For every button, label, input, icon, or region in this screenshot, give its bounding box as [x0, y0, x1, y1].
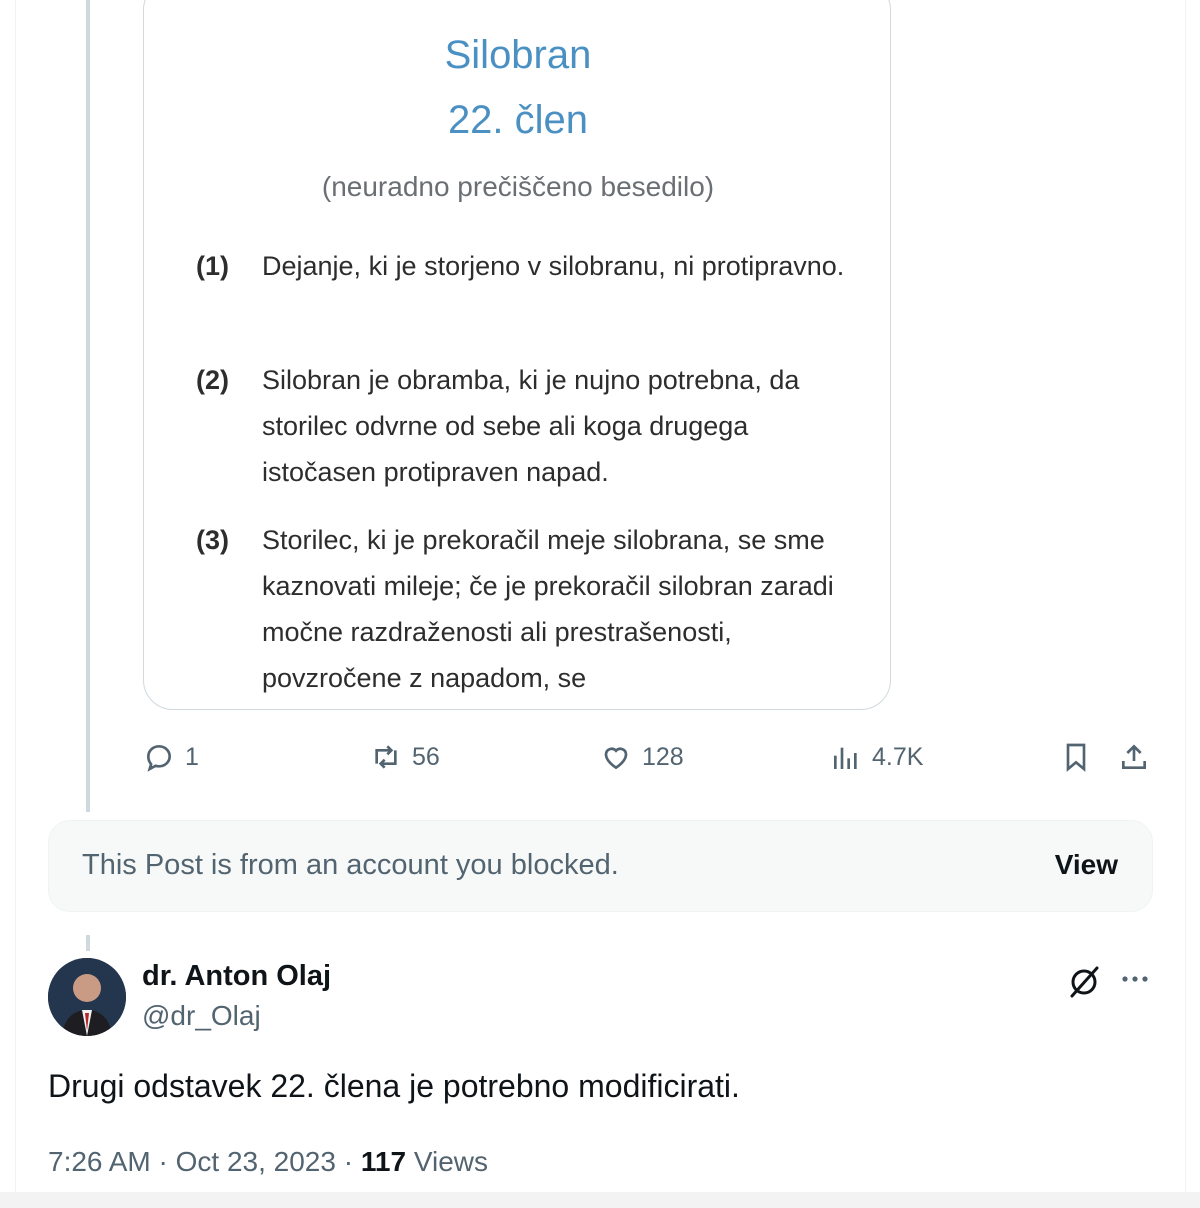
doc-note: (neuradno prečiščeno besedilo) — [321, 171, 715, 202]
avatar[interactable] — [48, 958, 126, 1036]
views-button[interactable]: 4.7K — [830, 732, 923, 782]
doc-paragraph: (2) Silobran je obramba, ki je nujno pot… — [196, 357, 856, 495]
bookmark-button[interactable] — [1060, 732, 1092, 782]
author-name[interactable]: dr. Anton Olaj — [142, 960, 331, 993]
repost-button[interactable]: 56 — [370, 732, 440, 782]
share-icon — [1122, 744, 1146, 769]
grok-icon[interactable] — [1064, 962, 1104, 1002]
doc-article: 22. člen — [447, 98, 589, 142]
avatar-image — [48, 958, 126, 1036]
paragraph-text: Dejanje, ki je storjeno v silobranu, ni … — [262, 251, 845, 281]
reply-count: 1 — [185, 742, 199, 771]
doc-title: Silobran — [444, 33, 592, 77]
repost-icon — [375, 745, 397, 769]
reply-icon — [146, 744, 172, 772]
views-count: 4.7K — [872, 742, 924, 771]
meta-separator: · — [335, 1146, 361, 1177]
post-meta: 7:26 AM · Oct 23, 2023 · 117 Views — [48, 1146, 488, 1178]
thread-line-connector — [86, 935, 90, 951]
like-button[interactable]: 128 — [600, 732, 684, 782]
paragraph-text: Silobran je obramba, ki je nujno potrebn… — [262, 365, 800, 487]
share-button[interactable] — [1118, 732, 1150, 782]
paragraph-text: Storilec, ki je prekoračil meje silobran… — [262, 525, 834, 693]
column-border-right — [1185, 0, 1186, 1208]
views-icon — [834, 747, 857, 769]
bottom-edge — [0, 1192, 1200, 1208]
column-border-left — [15, 0, 16, 1208]
paragraph-number: (3) — [196, 525, 229, 555]
like-icon — [604, 747, 628, 770]
post-time[interactable]: 7:26 AM — [48, 1146, 151, 1177]
more-options-icon[interactable] — [1116, 962, 1156, 1002]
post-views-count: 117 — [360, 1146, 407, 1177]
bookmark-icon — [1066, 743, 1086, 772]
thread-line — [86, 0, 90, 812]
view-blocked-post-button[interactable]: View — [1055, 849, 1118, 881]
meta-separator: · — [150, 1146, 176, 1177]
author-handle[interactable]: @dr_Olaj — [142, 1000, 261, 1032]
doc-paragraph: (3) Storilec, ki je prekoračil meje silo… — [196, 517, 856, 701]
like-count: 128 — [642, 742, 684, 771]
post-date[interactable]: Oct 23, 2023 — [176, 1146, 336, 1177]
reply-button[interactable]: 1 — [143, 732, 199, 782]
repost-count: 56 — [412, 742, 440, 771]
doc-paragraph: (1) Dejanje, ki je storjeno v silobranu,… — [196, 243, 856, 289]
paragraph-number: (2) — [196, 365, 229, 395]
post-actions: 1 56 128 4.7K — [0, 732, 1200, 782]
post-media-image[interactable]: Silobran 22. člen (neuradno prečiščeno b… — [143, 0, 891, 710]
post-text: Drugi odstavek 22. člena je potrebno mod… — [48, 1068, 740, 1104]
blocked-notice-text: This Post is from an account you blocked… — [82, 849, 619, 881]
post-views-label: Views — [413, 1146, 488, 1177]
paragraph-number: (1) — [196, 251, 229, 281]
blocked-post-notice: This Post is from an account you blocked… — [48, 820, 1153, 912]
